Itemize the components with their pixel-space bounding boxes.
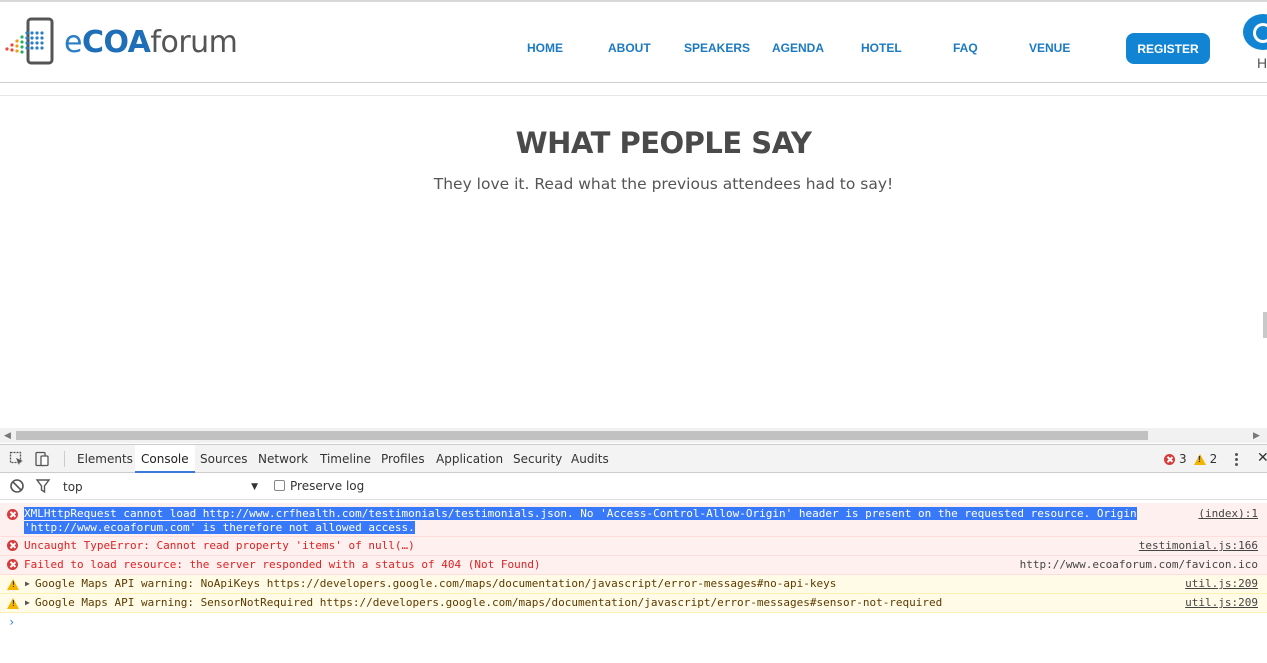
devtools-panel: Elements Console Sources Network Timelin… (0, 444, 1267, 663)
inspect-element-icon[interactable] (9, 451, 25, 467)
message-source-link[interactable]: (index):1 (1198, 507, 1258, 520)
scroll-right-icon[interactable]: ▶ (1253, 430, 1260, 441)
message-text: XMLHttpRequest cannot load http://www.cr… (24, 507, 1137, 520)
ecoaforum-logo[interactable]: eCOAforum (4, 14, 238, 70)
tab-sources[interactable]: Sources (194, 445, 253, 473)
nav-hotel[interactable]: HOTEL (861, 41, 902, 55)
horizontal-scroll-thumb[interactable] (16, 431, 1148, 440)
error-count: 3 (1179, 452, 1187, 466)
expand-arrow-icon[interactable]: ▶ (25, 598, 30, 607)
warning-icon (1193, 453, 1206, 465)
horizontal-scrollbar[interactable]: ◀ ▶ (0, 428, 1267, 443)
console-message-warning[interactable]: ▶ Google Maps API warning: SensorNotRequ… (0, 594, 1267, 613)
console-prompt[interactable]: › (8, 615, 15, 629)
message-text: Google Maps API warning: NoApiKeys https… (35, 577, 837, 590)
tab-network[interactable]: Network (252, 445, 314, 473)
logo-text-forum: forum (150, 24, 238, 60)
preserve-log-label[interactable]: Preserve log (290, 479, 364, 493)
warning-count: 2 (1209, 452, 1218, 466)
nav-faq[interactable]: FAQ (953, 41, 978, 55)
message-text: Uncaught TypeError: Cannot read property… (24, 539, 415, 552)
expand-arrow-icon[interactable]: ▶ (25, 579, 30, 588)
message-text: Google Maps API warning: SensorNotRequir… (35, 596, 943, 609)
nav-about[interactable]: ABOUT (608, 41, 651, 55)
section-subtitle: They love it. Read what the previous att… (433, 175, 894, 193)
console-message-error[interactable]: XMLHttpRequest cannot load http://www.cr… (0, 503, 1267, 537)
nav-venue[interactable]: VENUE (1029, 41, 1070, 55)
devtools-tabbar: Elements Console Sources Network Timelin… (0, 445, 1267, 473)
more-options-icon[interactable] (1233, 451, 1239, 467)
logo-text-coa: COA (81, 24, 151, 60)
tab-application[interactable]: Application (430, 445, 509, 473)
context-selector[interactable]: top ▼ (58, 478, 260, 496)
clear-console-icon[interactable] (9, 478, 25, 494)
message-text-continued: 'http://www.ecoaforum.com' is therefore … (24, 521, 415, 534)
logo-text-e: e (64, 24, 82, 60)
divider (0, 95, 1267, 96)
register-button[interactable]: REGISTER (1126, 33, 1210, 64)
nav-home[interactable]: HOME (527, 41, 563, 55)
logo-mark-icon (5, 17, 54, 65)
dropdown-arrow-icon: ▼ (251, 482, 258, 492)
console-message-error[interactable]: Uncaught TypeError: Cannot read property… (0, 537, 1267, 556)
issue-counts[interactable]: 3 2 (1164, 452, 1217, 466)
tab-timeline[interactable]: Timeline (314, 445, 377, 473)
nav-speakers[interactable]: SPEAKERS (684, 41, 750, 55)
filter-icon[interactable] (35, 478, 51, 494)
message-source-link[interactable]: util.js:209 (1185, 577, 1258, 590)
console-output: XMLHttpRequest cannot load http://www.cr… (0, 501, 1267, 663)
section-title: WHAT PEOPLE SAY (515, 126, 812, 160)
console-filterbar: top ▼ Preserve log (0, 473, 1267, 500)
page-scrollbar[interactable] (1263, 312, 1267, 338)
message-source-link[interactable]: testimonial.js:166 (1139, 539, 1258, 552)
tab-elements[interactable]: Elements (71, 445, 139, 473)
error-icon (7, 509, 18, 520)
message-source-link[interactable]: http://www.ecoaforum.com/favicon.ico (1020, 558, 1258, 571)
console-message-error[interactable]: Failed to load resource: the server resp… (0, 556, 1267, 575)
error-icon (7, 559, 18, 570)
site-header: eCOAforum HOME ABOUT SPEAKERS AGENDA HOT… (0, 0, 1267, 83)
scroll-left-icon[interactable]: ◀ (4, 430, 11, 441)
tab-security[interactable]: Security (507, 445, 568, 473)
context-value: top (63, 480, 83, 494)
preserve-log-checkbox[interactable] (274, 480, 285, 491)
warning-icon (7, 598, 19, 609)
tab-console[interactable]: Console (135, 445, 195, 473)
message-source-link[interactable]: util.js:209 (1185, 596, 1258, 609)
tab-profiles[interactable]: Profiles (375, 445, 431, 473)
warning-icon (7, 579, 19, 590)
device-toolbar-icon[interactable] (34, 451, 50, 467)
chat-badge-icon[interactable] (1243, 14, 1267, 50)
close-devtools-icon[interactable]: ✕ (1257, 450, 1267, 466)
error-icon (7, 540, 18, 551)
toolbar-separator (64, 451, 65, 467)
error-icon (1164, 453, 1175, 465)
message-text: Failed to load resource: the server resp… (24, 558, 541, 571)
logo-text: eCOAforum (64, 24, 238, 60)
corner-letter: H (1257, 55, 1267, 71)
nav-agenda[interactable]: AGENDA (772, 41, 824, 55)
tab-audits[interactable]: Audits (565, 445, 615, 473)
console-message-warning[interactable]: ▶ Google Maps API warning: NoApiKeys htt… (0, 575, 1267, 594)
